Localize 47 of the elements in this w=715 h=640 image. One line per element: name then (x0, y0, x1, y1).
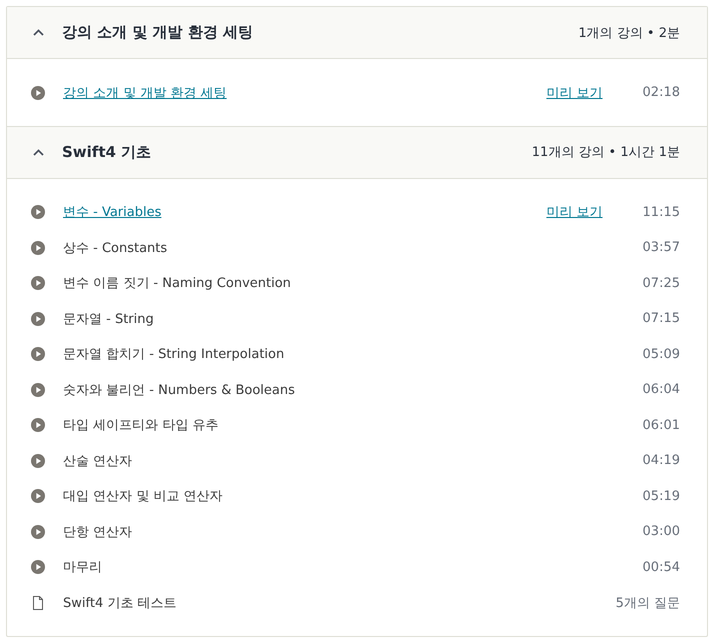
play-icon (31, 312, 45, 326)
lecture-duration: 02:18 (642, 85, 680, 100)
question-count: 5개의 질문 (616, 594, 680, 612)
lecture-duration: 04:19 (642, 453, 680, 468)
lecture-title: 문자열 합치기 - String Interpolation (63, 346, 286, 364)
lecture-title: 타입 세이프티와 타입 유추 (63, 417, 220, 434)
section-title: 강의 소개 및 개발 환경 세팅 (62, 23, 254, 42)
lecture-title: 대입 연산자 및 비교 연산자 (63, 488, 224, 506)
play-icon (31, 382, 45, 397)
play-icon (31, 454, 45, 468)
play-icon (31, 418, 45, 432)
play-icon (31, 86, 45, 100)
section-meta: 1개의 강의 • 2분 (578, 24, 680, 42)
preview-link[interactable]: 미리 보기 (546, 203, 603, 222)
lecture-duration: 03:00 (642, 524, 680, 540)
lecture-title: 숫자와 불리언 - Numbers & Booleans (63, 382, 296, 399)
document-icon (31, 596, 45, 610)
preview-link[interactable]: 미리 보기 (546, 84, 603, 102)
section-header[interactable]: 강의 소개 및 개발 환경 세팅 1개의 강의 • 2분 (7, 7, 707, 59)
play-icon (31, 276, 45, 290)
lecture-duration: 03:57 (642, 240, 680, 256)
lecture-title: 마무리 (63, 559, 103, 576)
play-icon (31, 205, 45, 220)
section-title: Swift4 기초 (62, 142, 152, 162)
lecture-duration: 11:15 (642, 204, 680, 220)
lecture-title: 문자열 - String (63, 310, 155, 328)
quiz-title: Swift4 기초 테스트 (63, 594, 178, 612)
lecture-duration: 00:54 (642, 560, 680, 575)
play-icon (31, 489, 45, 504)
lecture-duration: 07:15 (642, 311, 680, 326)
play-icon (31, 560, 45, 574)
lecture-title-link[interactable]: 변수 - Variables (63, 203, 162, 222)
lecture-title-link[interactable]: 강의 소개 및 개발 환경 세팅 (63, 84, 227, 102)
lecture-title: 산술 연산자 (63, 452, 134, 470)
lecture-title: 상수 - Constants (63, 240, 168, 257)
section-header[interactable]: Swift4 기초 11개의 강의 • 1시간 1분 (7, 126, 707, 178)
lecture-duration: 05:09 (642, 346, 680, 362)
lecture-title: 변수 이름 짓기 - Naming Convention (63, 275, 292, 292)
lecture-duration: 06:04 (642, 382, 680, 398)
section-meta: 11개의 강의 • 1시간 1분 (532, 144, 680, 161)
play-icon (31, 240, 45, 255)
lecture-title: 단항 연산자 (63, 524, 134, 541)
lecture-duration: 06:01 (642, 418, 680, 433)
play-icon (31, 347, 45, 362)
lecture-duration: 05:19 (642, 488, 680, 504)
lecture-duration: 07:25 (642, 276, 680, 291)
play-icon (31, 524, 45, 539)
